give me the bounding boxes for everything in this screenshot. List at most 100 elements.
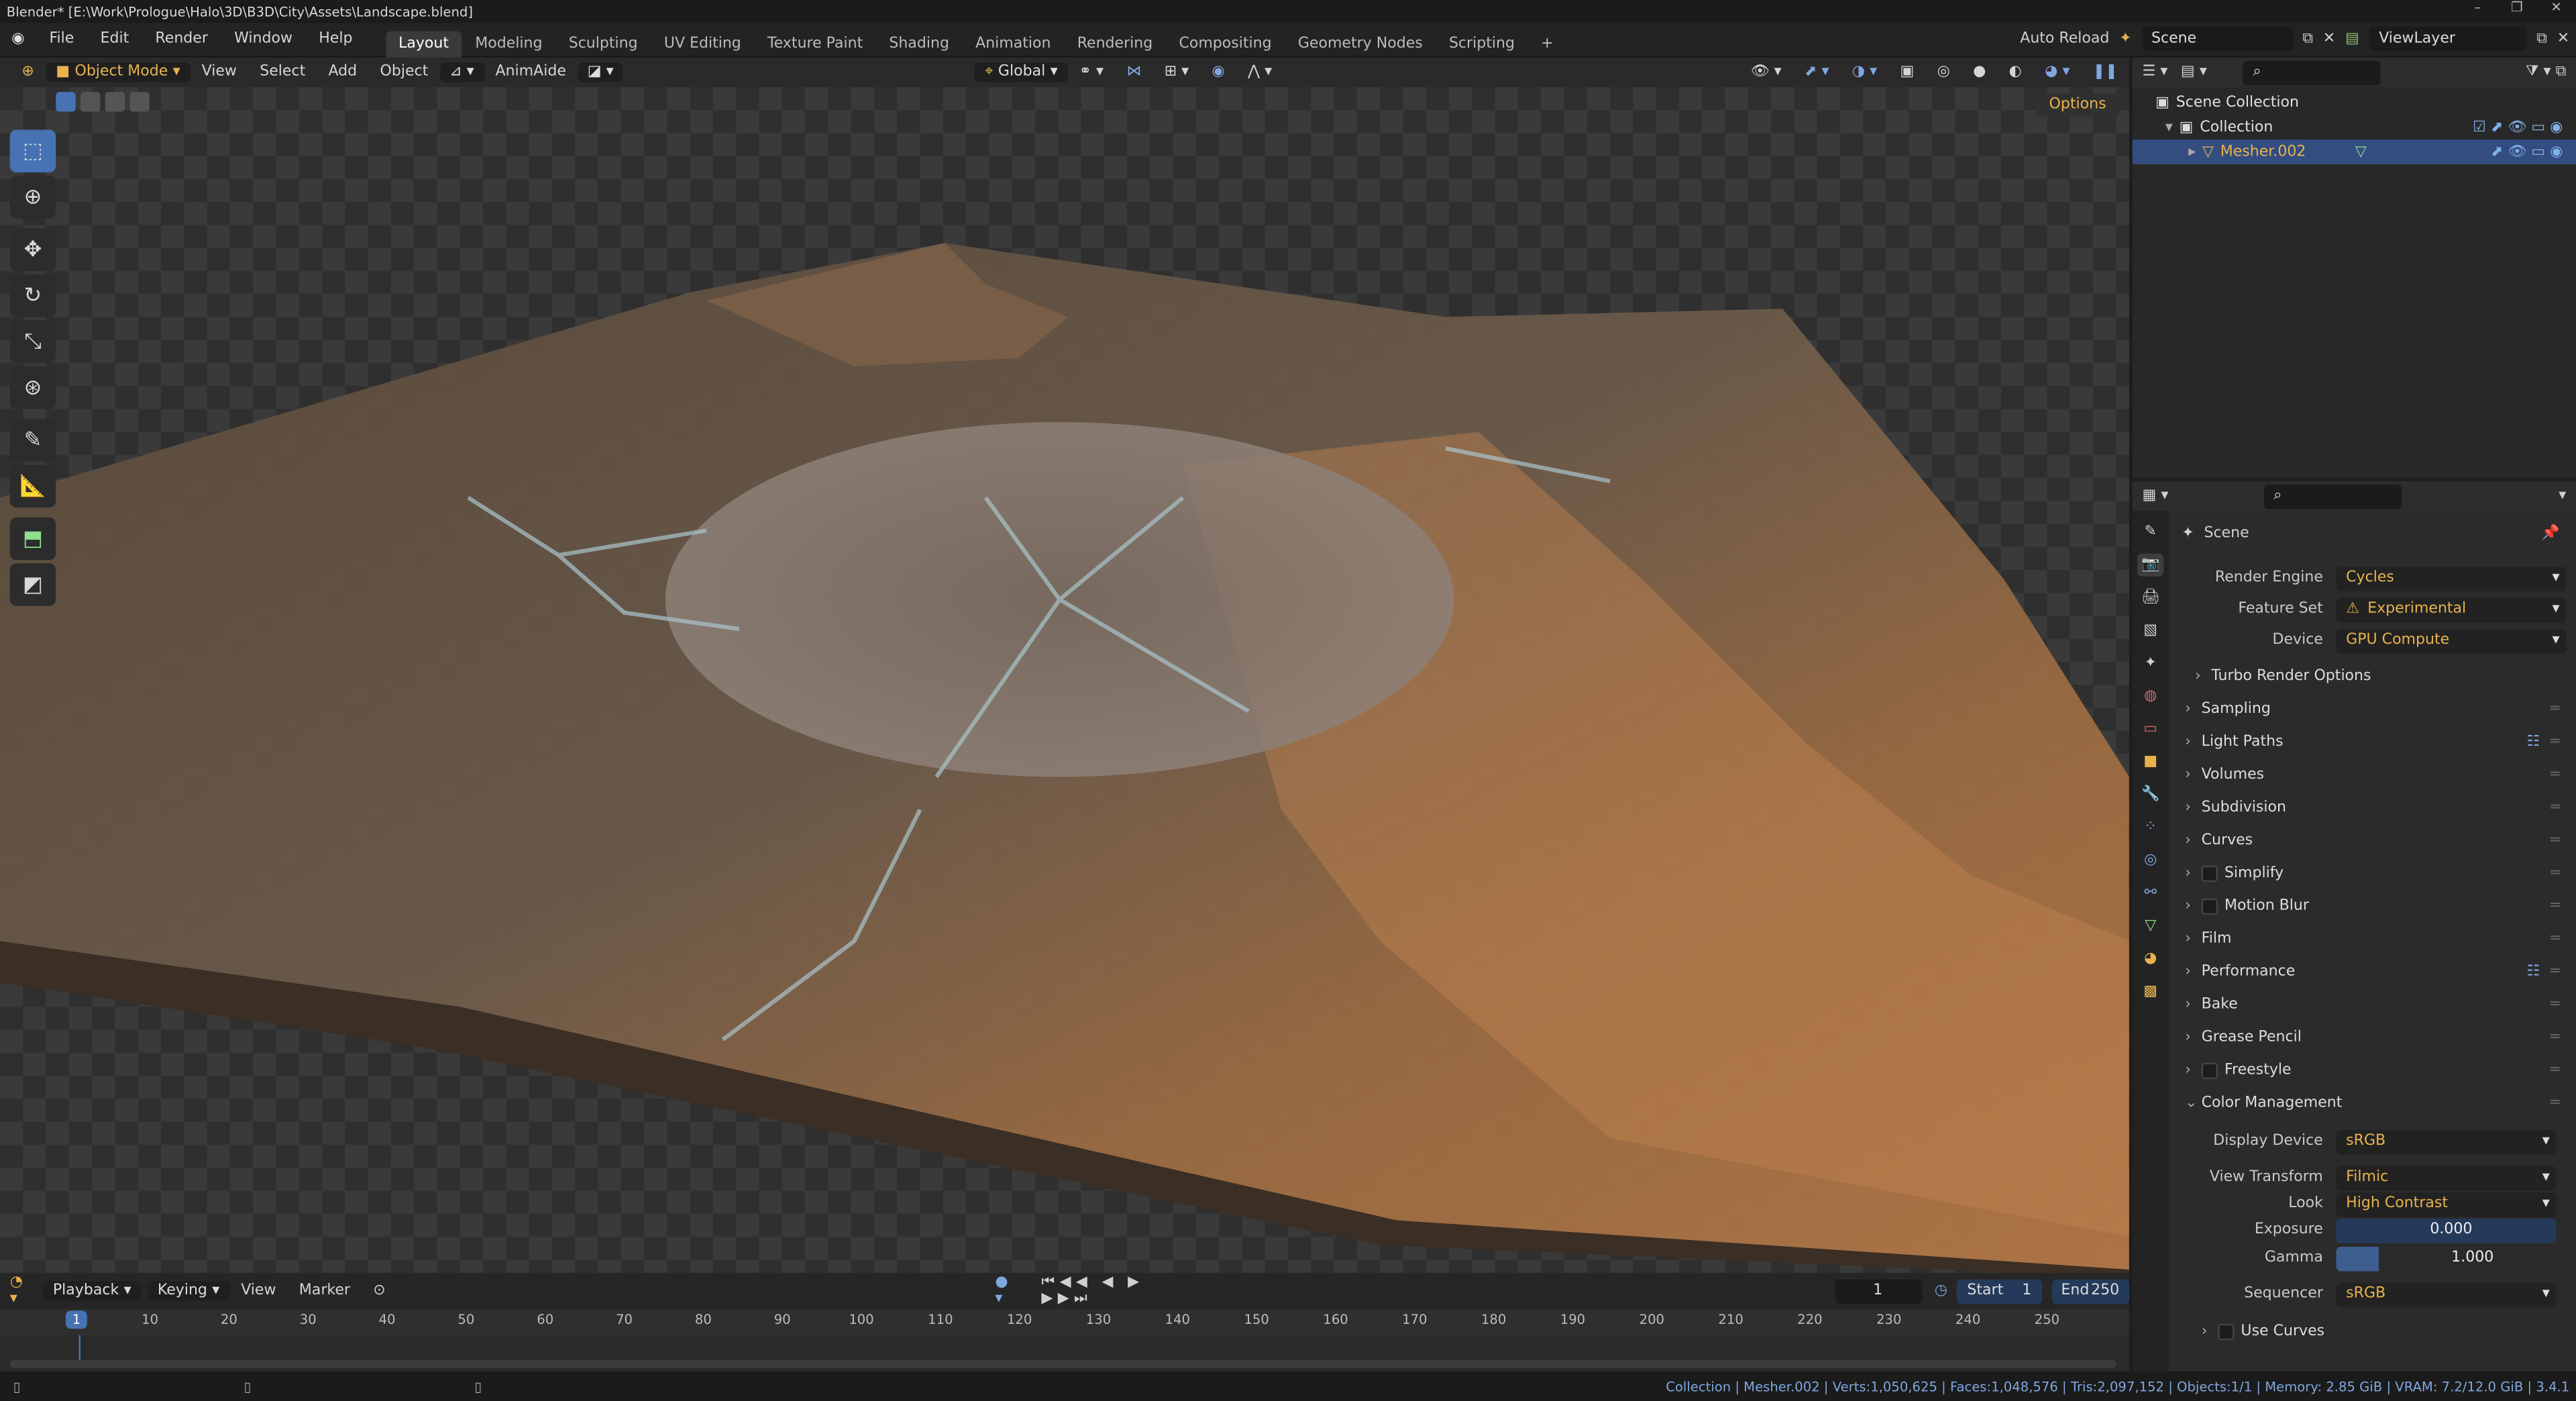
transform-pivot-dropdown[interactable]: ⊿ ▾ [439,62,484,82]
tab-geometry-nodes[interactable]: Geometry Nodes [1285,30,1436,56]
drag-handle-icon[interactable]: ═ [2551,702,2559,718]
select-subtract-icon[interactable] [105,92,125,112]
new-scene-icon[interactable]: ⧉ [2302,30,2313,46]
tab-modeling[interactable]: Modeling [462,30,555,56]
outliner-row-mesher[interactable]: ▸ ▽ Mesher.002 ▽ ⬈ 👁 ▭ ◉ [2132,139,2576,164]
menu-select[interactable]: Select [248,64,317,80]
scene-tab-icon[interactable]: ✦ [2137,652,2163,675]
record-icon[interactable]: ● ▾ [995,1274,1018,1307]
tab-texture-paint[interactable]: Texture Paint [754,30,875,56]
drag-handle-icon[interactable]: ═ [2551,964,2559,980]
row-toggles[interactable]: ⬈ 👁 ▭ ◉ [2491,144,2563,160]
motion-blur-checkbox[interactable] [2201,898,2218,915]
playback-controls[interactable]: ⏮◀◀ ◀ ▶ ▶▶⏭ [1041,1274,1193,1307]
rotate-tool-icon[interactable]: ↻ [9,274,56,317]
minimize-button[interactable]: – [2458,0,2498,15]
gamma-slider[interactable]: 1.000 [2336,1245,2557,1271]
panel-motion-blur[interactable]: › Motion Blur ═ [2185,893,2566,919]
auto-reload-label[interactable]: Auto Reload [2020,30,2109,46]
panel-use-curves[interactable]: › Use Curves [2202,1319,2567,1345]
panel-volumes[interactable]: › Volumes ═ [2185,762,2566,788]
menu-animaide[interactable]: AnimAide [484,64,578,80]
collection-tab-icon[interactable]: ▭ [2137,718,2163,740]
drag-handle-icon[interactable]: ═ [2551,997,2559,1013]
render-tab-icon[interactable]: 📷 [2137,553,2164,577]
chevron-right-icon[interactable]: ▸ [2188,144,2196,160]
render-engine-dropdown[interactable]: Cycles ▾ [2336,565,2567,591]
tab-animation[interactable]: Animation [963,30,1065,56]
orientation-dropdown[interactable]: ⌖ Global ▾ [975,62,1068,82]
select-extend-icon[interactable] [80,92,101,112]
current-frame-indicator[interactable]: 1 [65,1310,88,1329]
texture-tab-icon[interactable]: ▩ [2137,980,2163,1003]
scale-tool-icon[interactable]: ⤡ [9,320,56,363]
falloff-icon[interactable]: ⋀ ▾ [1236,64,1283,80]
tab-compositing[interactable]: Compositing [1166,30,1285,56]
exposure-slider[interactable]: 0.000 [2336,1217,2557,1243]
display-device-dropdown[interactable]: sRGB ▾ [2336,1129,2557,1154]
menu-view[interactable]: View [190,64,248,80]
end-frame-field[interactable]: End 250 [2051,1278,2129,1304]
view-transform-dropdown[interactable]: Filmic ▾ [2336,1165,2557,1190]
drag-handle-icon[interactable]: ═ [2551,1063,2559,1079]
use-curves-checkbox[interactable] [2218,1323,2235,1341]
look-dropdown[interactable]: High Contrast ▾ [2336,1191,2557,1217]
select-invert-icon[interactable] [129,92,150,112]
playback-dropdown[interactable]: Playback ▾ [43,1281,142,1301]
panel-film[interactable]: › Film ═ [2185,926,2566,952]
drag-handle-icon[interactable]: ═ [2551,734,2559,750]
current-frame-field[interactable]: 1 [1834,1278,1922,1304]
drag-handle-icon[interactable]: ═ [2551,1095,2559,1111]
menu-object[interactable]: Object [368,64,439,80]
menu-window[interactable]: Window [221,32,306,48]
visibility-icon[interactable]: 👁 ▾ [1739,64,1793,80]
constraints-tab-icon[interactable]: ⚯ [2137,882,2163,905]
measure-tool-icon[interactable]: 📐 [9,465,56,508]
select-new-icon[interactable] [56,92,76,112]
panel-light-paths[interactable]: › Light Paths ☷ ═ [2185,729,2566,755]
drag-handle-icon[interactable]: ═ [2551,800,2559,816]
timeline-editor-icon[interactable]: ◔ ▾ [10,1274,34,1307]
delete-view-layer-icon[interactable]: ✕ [2557,30,2569,46]
outliner-editor-icon[interactable]: ☰ ▾ [2142,64,2167,80]
device-dropdown[interactable]: GPU Compute ▾ [2336,628,2567,653]
scene-selector[interactable]: Scene [2141,26,2293,51]
pin-icon[interactable]: 📌 [2541,526,2559,542]
panel-subdivision[interactable]: › Subdivision ═ [2185,795,2566,821]
keying-dropdown[interactable]: Keying ▾ [148,1281,230,1301]
select-box-tool-icon[interactable]: ⬚ [9,129,56,173]
modifier-tab-icon[interactable]: 🔧 [2137,783,2163,806]
outliner-row-collection[interactable]: ▾ ▣ Collection ☑ ⬈ 👁 ▭ ◉ [2133,115,2576,139]
drag-handle-icon[interactable]: ═ [2551,866,2559,882]
tab-uv-editing[interactable]: UV Editing [651,30,754,56]
xray-icon[interactable]: ▣ [1888,64,1925,80]
panel-color-management[interactable]: ⌄ Color Management ═ [2185,1090,2566,1117]
transform-tool-icon[interactable]: ⊛ [9,366,56,409]
freestyle-checkbox[interactable] [2201,1062,2218,1079]
options-button[interactable]: Options [2035,93,2120,117]
tab-sculpting[interactable]: Sculpting [555,30,651,56]
annotate-tool-icon[interactable]: ✎ [9,418,56,462]
auto-keying-icon[interactable]: ⊙ [362,1283,397,1299]
mode-dropdown[interactable]: ■ Object Mode ▾ [46,62,191,82]
overlay-icon[interactable]: ◑ ▾ [1841,64,1889,80]
world-tab-icon[interactable]: ◍ [2137,685,2163,708]
cursor-tool-icon[interactable]: ⊕ [9,176,56,219]
data-tab-icon[interactable]: ▽ [2137,915,2163,938]
pause-render-icon[interactable]: ❚❚ [2082,64,2129,80]
wireframe-shading-icon[interactable]: ◎ [1925,64,1962,80]
drag-handle-icon[interactable]: ═ [2551,833,2559,849]
tab-rendering[interactable]: Rendering [1064,30,1166,56]
outliner-search-input[interactable]: ⌕ [2243,60,2381,85]
snap-icon[interactable]: ⋈ [1115,64,1152,80]
object-tab-icon[interactable]: ■ [2137,750,2163,773]
drag-handle-icon[interactable]: ═ [2551,1030,2559,1046]
close-button[interactable]: ✕ [2536,0,2576,15]
menu-edit[interactable]: Edit [87,32,142,48]
outliner-row-scene-collection[interactable]: ▣ Scene Collection [2133,91,2576,115]
panel-grease-pencil[interactable]: › Grease Pencil ═ [2185,1025,2566,1051]
tab-scripting[interactable]: Scripting [1436,30,1527,56]
menu-add[interactable]: Add [317,64,368,80]
view-layer-selector[interactable]: ViewLayer [2369,26,2527,51]
3d-viewport[interactable]: ⬚ ⊕ ✥ ↻ ⤡ ⊛ ✎ 📐 ⬒ ◩ Options [0,87,2129,1273]
